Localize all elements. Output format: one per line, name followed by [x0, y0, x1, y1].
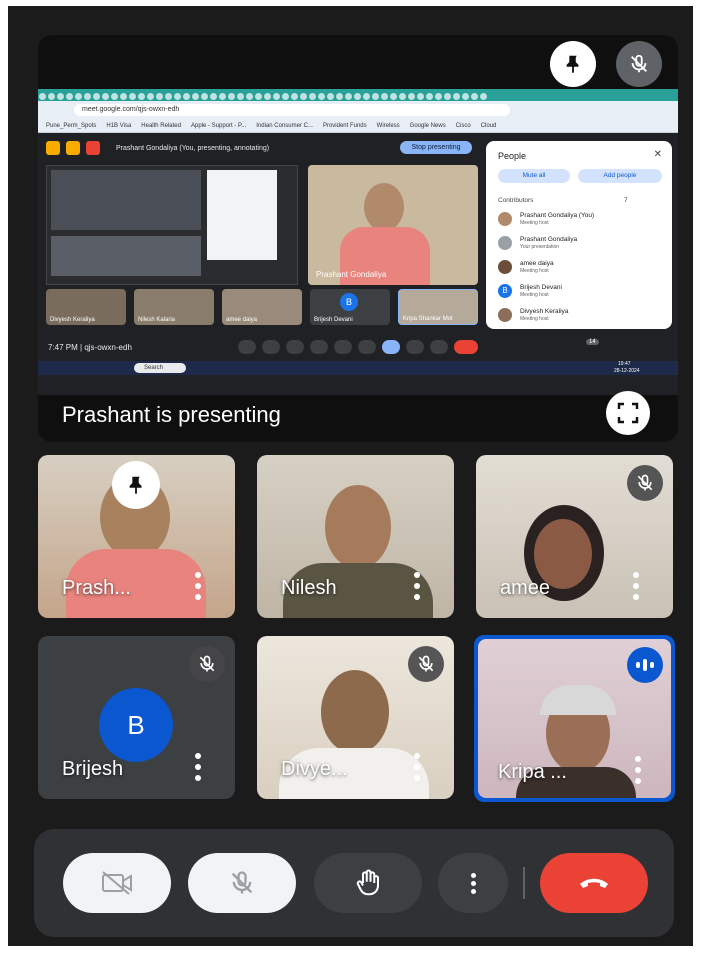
- mic-off-icon: [199, 655, 215, 672]
- mute-all-button[interactable]: Mute all: [498, 169, 570, 183]
- divider: [523, 867, 525, 899]
- leave-call-button[interactable]: [540, 853, 648, 913]
- bookmark-item[interactable]: Pune_Perm_Spots: [46, 123, 96, 129]
- self-view-name: Prashant Gondaliya: [316, 270, 387, 279]
- strip-tile: amee daiya: [222, 289, 302, 325]
- mic-off-icon: [637, 474, 653, 491]
- pin-icon: [129, 476, 142, 495]
- mini-icon: [66, 141, 80, 155]
- tray-date: 28-12-2024: [614, 368, 640, 374]
- more-vert-icon[interactable]: [414, 572, 420, 600]
- fullscreen-button[interactable]: [606, 391, 650, 435]
- meeting-time-code: 7:47 PM | qjs-owxn-edh: [48, 342, 132, 352]
- fullscreen-icon: [617, 402, 639, 424]
- tray-time: 19:47: [618, 361, 631, 367]
- more-vert-icon[interactable]: [195, 572, 201, 600]
- participant-tile[interactable]: B Brijesh: [38, 636, 235, 799]
- participant-tile[interactable]: Divye...: [257, 636, 454, 799]
- pin-icon: [566, 55, 579, 74]
- muted-badge: [189, 646, 225, 682]
- pin-button[interactable]: [550, 41, 596, 87]
- mini-icon: [46, 141, 60, 155]
- more-vert-icon[interactable]: [635, 756, 641, 784]
- participant-name: Prash...: [62, 577, 131, 599]
- participant-name: Kripa ...: [498, 761, 567, 783]
- participant-row[interactable]: B Brijesh Devani Meeting host: [498, 281, 663, 303]
- presentation-muted-badge: [616, 41, 662, 87]
- call-controls: [34, 829, 674, 937]
- participant-row[interactable]: Prashant Gondaliya Your presentation: [498, 233, 663, 255]
- shared-screen: meet.google.com/qjs-owxn-edh Pune_Perm_S…: [38, 89, 678, 395]
- participant-row[interactable]: amee daiya Meeting host: [498, 257, 663, 279]
- contributors-count: 7: [624, 197, 628, 204]
- url-text: meet.google.com/qjs-owxn-edh: [74, 104, 510, 116]
- participant-name: Nilesh: [281, 577, 337, 599]
- strip-tile: B Brijesh Devani: [310, 289, 390, 325]
- bookmark-item[interactable]: Health Related: [141, 123, 181, 129]
- strip-tile: Nilesh Kalaria: [134, 289, 214, 325]
- muted-badge: [627, 465, 663, 501]
- participant-count-badge: 14: [586, 339, 599, 345]
- more-options-button[interactable]: [438, 853, 508, 913]
- more-vert-icon[interactable]: [633, 572, 639, 600]
- speaking-indicator-icon: [627, 647, 663, 683]
- mic-off-icon: [231, 871, 253, 894]
- participant-tile[interactable]: amee: [476, 455, 673, 618]
- bookmark-item[interactable]: Cisco: [456, 123, 471, 129]
- presentation-card[interactable]: meet.google.com/qjs-owxn-edh Pune_Perm_S…: [38, 35, 678, 442]
- camera-off-icon: [102, 871, 132, 895]
- strip-tile: Kripa Shankar Mot: [398, 289, 478, 325]
- add-people-button[interactable]: Add people: [578, 169, 662, 183]
- address-bar[interactable]: meet.google.com/qjs-owxn-edh: [38, 101, 678, 119]
- participant-row[interactable]: Prashant Gondaliya (You) Meeting host: [498, 209, 663, 231]
- stop-presenting-button[interactable]: Stop presenting: [400, 141, 472, 154]
- taskbar-search[interactable]: Search: [134, 363, 186, 373]
- bookmark-item[interactable]: Cloud: [481, 123, 497, 129]
- bookmark-item[interactable]: Provident Funds: [323, 123, 367, 129]
- pin-button[interactable]: [112, 461, 160, 509]
- close-icon[interactable]: ✕: [654, 149, 662, 160]
- presenting-banner: Prashant is presenting: [62, 402, 281, 427]
- bookmarks-bar: Pune_Perm_Spots H1B Visa Health Related App…: [38, 119, 678, 133]
- shared-meet-controls: 7:47 PM | qjs-owxn-edh 14: [38, 335, 678, 359]
- nested-screen: [46, 165, 298, 285]
- participant-name: Divye...: [281, 758, 348, 780]
- self-view: Prashant Gondaliya: [308, 165, 478, 285]
- windows-taskbar: Search 19:47 28-12-2024: [38, 361, 678, 375]
- muted-badge: [408, 646, 444, 682]
- camera-toggle-button[interactable]: [63, 853, 171, 913]
- contributors-label: Contributors: [498, 197, 534, 204]
- people-title: People: [498, 151, 527, 161]
- mic-off-icon: [631, 54, 647, 73]
- mic-off-icon: [418, 655, 434, 672]
- more-vert-icon: [470, 870, 476, 897]
- bookmark-item[interactable]: Google News: [410, 123, 446, 129]
- participant-tile[interactable]: Nilesh: [257, 455, 454, 618]
- people-panel: People ✕ Mute all Add people Contributor…: [486, 141, 672, 329]
- more-vert-icon[interactable]: [195, 753, 201, 781]
- bookmark-item[interactable]: Apple - Support - P...: [191, 123, 246, 129]
- meet-app: meet.google.com/qjs-owxn-edh Pune_Perm_S…: [8, 6, 693, 946]
- record-icon: [86, 141, 100, 155]
- more-vert-icon[interactable]: [414, 753, 420, 781]
- avatar: B: [99, 688, 173, 762]
- participant-name: Brijesh: [62, 758, 124, 780]
- presenting-label: Prashant Gondaliya (You, presenting, ann…: [116, 144, 270, 152]
- strip-tile: Divyesh Keraliya: [46, 289, 126, 325]
- participant-tile-speaking[interactable]: Kripa ...: [474, 635, 675, 802]
- bookmark-item[interactable]: H1B Visa: [106, 123, 131, 129]
- call-end-icon: [580, 878, 608, 888]
- participant-name: amee: [500, 577, 551, 599]
- bookmark-item[interactable]: Indian Consumer C...: [256, 123, 313, 129]
- participant-tile[interactable]: Prash...: [38, 455, 235, 618]
- hand-icon: [356, 869, 379, 896]
- raise-hand-button[interactable]: [314, 853, 422, 913]
- participant-row[interactable]: Divyesh Keraliya Meeting host: [498, 305, 663, 327]
- bookmark-item[interactable]: Wireless: [377, 123, 400, 129]
- mic-toggle-button[interactable]: [188, 853, 296, 913]
- browser-tab-strip: [38, 89, 678, 101]
